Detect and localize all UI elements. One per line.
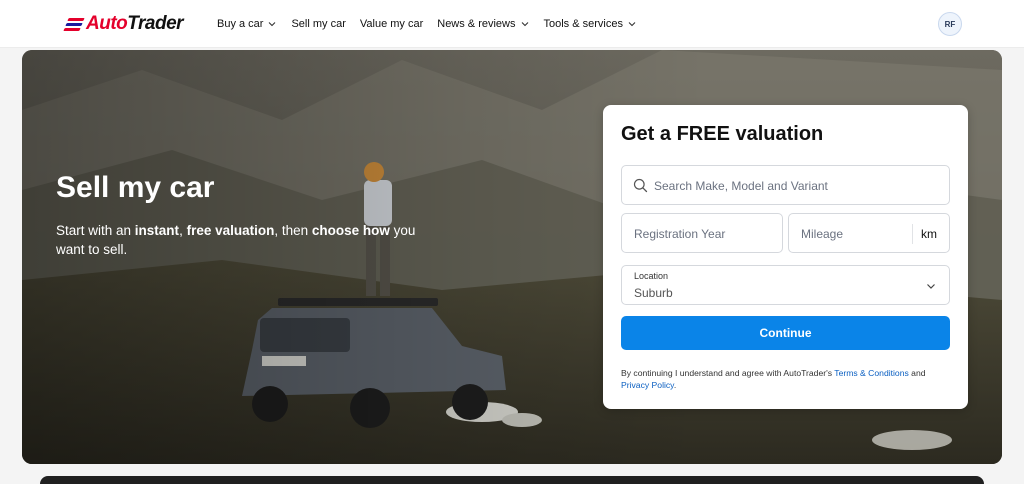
terms-notice: By continuing I understand and agree wit… <box>621 368 926 390</box>
logo-stripes-icon <box>63 16 85 32</box>
hero-title: Sell my car <box>56 171 215 204</box>
user-avatar[interactable]: RF <box>938 12 962 36</box>
nav-label: Tools & services <box>543 18 623 30</box>
nav-label: Buy a car <box>217 18 264 30</box>
main-nav: Buy a car Sell my car Value my car News … <box>217 0 637 48</box>
hero-subtitle: Start with an instant, free valuation, t… <box>56 223 416 257</box>
search-placeholder: Search Make, Model and Variant <box>654 179 828 193</box>
autotrader-logo[interactable]: AutoTrader <box>63 12 184 36</box>
nav-buy-a-car[interactable]: Buy a car <box>217 18 277 30</box>
location-label: Location <box>634 271 669 281</box>
location-select[interactable]: Location Suburb <box>621 265 950 305</box>
mileage-unit: km <box>921 227 937 241</box>
nav-sell-my-car[interactable]: Sell my car <box>291 18 345 30</box>
chevron-down-icon <box>521 22 528 27</box>
search-icon <box>633 178 648 193</box>
nav-news-reviews[interactable]: News & reviews <box>437 18 529 30</box>
continue-button[interactable]: Continue <box>621 316 950 350</box>
chevron-down-icon <box>269 22 276 27</box>
next-section-edge <box>40 476 984 484</box>
top-navigation-bar: AutoTrader Buy a car Sell my car Value m… <box>0 0 1024 48</box>
terms-conditions-link[interactable]: Terms & Conditions <box>834 368 909 378</box>
location-value: Suburb <box>634 286 673 300</box>
valuation-form-title: Get a FREE valuation <box>621 123 824 145</box>
make-model-search-input[interactable]: Search Make, Model and Variant <box>621 165 950 205</box>
nav-label: News & reviews <box>437 18 516 30</box>
registration-year-placeholder: Registration Year <box>634 227 726 241</box>
nav-label: Value my car <box>359 18 424 30</box>
logo-wordmark: AutoTrader <box>86 13 184 34</box>
mileage-input[interactable]: Mileage km <box>788 213 950 253</box>
nav-tools-services[interactable]: Tools & services <box>544 18 637 30</box>
privacy-policy-link[interactable]: Privacy Policy <box>621 380 674 390</box>
nav-label: Sell my car <box>291 18 346 30</box>
registration-year-input[interactable]: Registration Year <box>621 213 783 253</box>
chevron-down-icon <box>628 22 636 27</box>
chevron-down-icon <box>927 284 935 289</box>
mileage-placeholder: Mileage <box>801 227 844 241</box>
valuation-form-card: Get a FREE valuation Search Make, Model … <box>603 105 968 409</box>
mileage-divider <box>912 224 913 244</box>
nav-value-my-car[interactable]: Value my car <box>360 18 423 30</box>
